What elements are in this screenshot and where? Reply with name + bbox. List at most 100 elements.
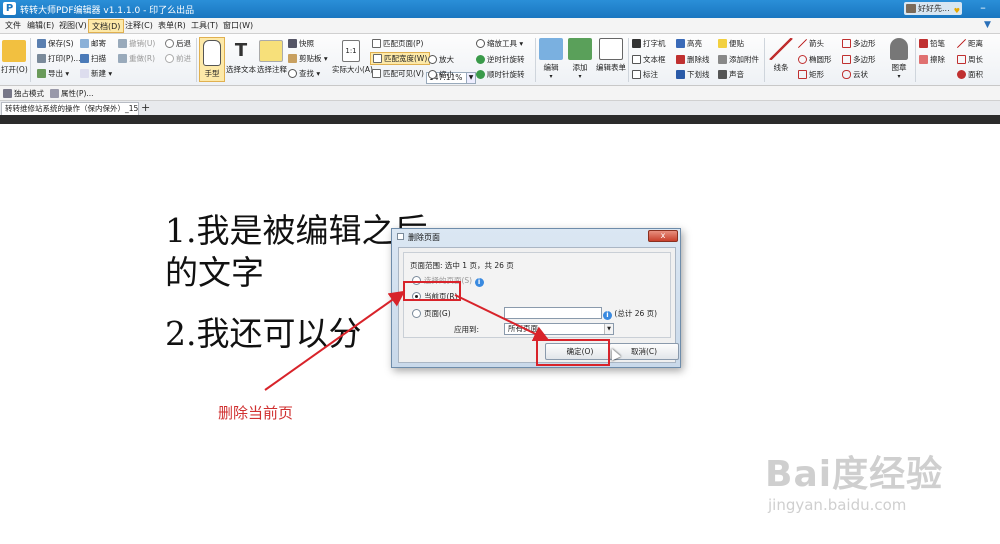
save-button[interactable]: 保存(S)	[37, 38, 74, 49]
redo-button[interactable]: 重做(R)	[118, 53, 155, 64]
area-button[interactable]: 面积	[957, 69, 983, 80]
polyline-icon	[842, 55, 851, 64]
fit-visible-button[interactable]: 匹配可见(V)	[372, 68, 424, 79]
clipboard-label: 剪贴板	[299, 54, 322, 63]
search-icon	[288, 69, 297, 78]
add-button[interactable]: 添加 ▾	[567, 38, 593, 80]
rotate-ccw-button[interactable]: 逆时针旋转	[476, 54, 525, 65]
hand-tool-button[interactable]: 手型	[199, 37, 225, 82]
zoom-tool-button[interactable]: 缩放工具 ▾	[476, 38, 523, 49]
viewer-top-border	[0, 115, 1000, 124]
option-pages[interactable]: 页面(G)	[412, 308, 451, 319]
menu-view[interactable]: 视图(V)	[56, 19, 90, 33]
menu-form[interactable]: 表单(R)	[155, 19, 189, 33]
cancel-button[interactable]: 取消(C)	[609, 343, 679, 360]
print-icon	[37, 54, 46, 63]
hand-icon	[203, 40, 221, 66]
highlight-current-page-option	[403, 281, 461, 301]
zoom-out-button[interactable]: 缩小	[428, 69, 454, 80]
collapse-ribbon-icon[interactable]: ▼	[984, 20, 991, 30]
strikeout-button[interactable]: 删除线	[676, 54, 710, 65]
radio-pages[interactable]	[412, 309, 421, 318]
properties-label: 属性(P)...	[61, 89, 94, 98]
new-icon	[80, 69, 89, 78]
polygon-button[interactable]: 多边形	[842, 38, 876, 49]
rotate-cw-label: 顺时针旋转	[487, 70, 525, 79]
sound-label: 声音	[729, 70, 744, 79]
fit-width-label: 匹配宽度(W)	[384, 54, 428, 63]
typewriter-button[interactable]: 打字机	[632, 38, 666, 49]
rectangle-button[interactable]: 矩形	[798, 69, 824, 80]
back-button[interactable]: 后退	[165, 38, 191, 49]
ellipse-button[interactable]: 椭圆形	[798, 54, 832, 65]
clipboard-button[interactable]: 剪贴板 ▾	[288, 53, 328, 64]
new-button[interactable]: 新建 ▾	[80, 68, 112, 79]
redo-label: 重做(R)	[129, 54, 156, 63]
attach-button[interactable]: 添加附件	[718, 54, 759, 65]
menu-document[interactable]: 文档(D)	[88, 19, 125, 33]
apply-to-select[interactable]: 所有页面 ▼	[504, 323, 614, 335]
menu-comment[interactable]: 注释(C)	[122, 19, 156, 33]
info-icon: i	[603, 311, 612, 320]
properties-button[interactable]: 属性(P)...	[50, 88, 94, 99]
actual-size-button[interactable]: 1:1 实际大小(A)	[332, 40, 373, 75]
find-button[interactable]: 查找 ▾	[288, 68, 320, 79]
print-button[interactable]: 打印(P)...	[37, 53, 81, 64]
snapshot-button[interactable]: 快照	[288, 38, 314, 49]
menu-window[interactable]: 窗口(W)	[220, 19, 256, 33]
arrow-button[interactable]: 箭头	[798, 38, 824, 49]
edit-button[interactable]: 编辑 ▾	[538, 38, 564, 80]
cloud-button[interactable]: 云状	[842, 69, 868, 80]
callout-label: 标注	[643, 70, 658, 79]
textbox-button[interactable]: 文本框	[632, 54, 666, 65]
highlight-button[interactable]: 高亮	[676, 38, 702, 49]
pencil-button[interactable]: 铅笔	[919, 38, 945, 49]
forward-button[interactable]: 前进	[165, 53, 191, 64]
line-button[interactable]: 线条	[768, 38, 794, 73]
callout-button[interactable]: 标注	[632, 69, 658, 80]
menu-edit[interactable]: 编辑(E)	[24, 19, 57, 33]
pencil-icon	[919, 39, 928, 48]
underline-button[interactable]: 下划线	[676, 69, 710, 80]
minimize-button[interactable]: –	[968, 1, 998, 17]
app-logo-icon: P	[3, 2, 16, 15]
perimeter-button[interactable]: 周长	[957, 54, 983, 65]
sound-button[interactable]: 声音	[718, 69, 744, 80]
close-button[interactable]: x	[648, 230, 678, 242]
zoom-in-button[interactable]: 放大	[428, 54, 454, 65]
new-tab-button[interactable]: +	[141, 101, 150, 114]
undo-icon	[118, 39, 127, 48]
page-range-input[interactable]	[504, 307, 602, 319]
scan-button[interactable]: 扫描	[80, 53, 106, 64]
eraser-button[interactable]: 擦除	[919, 54, 945, 65]
stamp-button[interactable]: 图章 ▾	[885, 38, 913, 80]
rectangle-label: 矩形	[809, 70, 824, 79]
page-range-summary: 页面范围: 选中 1 页，共 26 页	[410, 261, 514, 270]
export-button[interactable]: 导出 ▾	[37, 68, 69, 79]
exclusive-mode-button[interactable]: 独占模式	[3, 88, 44, 99]
polyline-button[interactable]: 多边形	[842, 54, 876, 65]
edit-form-button[interactable]: 编辑表单	[596, 38, 626, 73]
select-annotation-button[interactable]: 选择注释	[257, 40, 287, 75]
mail-button[interactable]: 邮寄	[80, 38, 106, 49]
distance-button[interactable]: 距离	[957, 38, 983, 49]
zoom-dropdown-icon[interactable]: ▼	[466, 72, 476, 84]
note-icon	[718, 39, 727, 48]
fit-page-button[interactable]: 匹配页面(P)	[372, 38, 423, 49]
fit-width-button[interactable]: 匹配宽度(W)	[370, 52, 431, 65]
distance-label: 距离	[968, 39, 983, 48]
undo-button[interactable]: 撤销(U)	[118, 38, 155, 49]
note-button[interactable]: 便贴	[718, 38, 744, 49]
typewriter-label: 打字机	[643, 39, 666, 48]
menu-bar: 文件 编辑(E) 视图(V) 文档(D) 注释(C) 表单(R) 工具(T) 窗…	[0, 18, 1000, 34]
open-button[interactable]: 打开(O)	[1, 40, 28, 75]
tab-document[interactable]: 转转维修站系统的操作（保内保外）_152	[1, 102, 139, 115]
camera-icon	[288, 39, 297, 48]
document-tab-bar: 转转维修站系统的操作（保内保外）_152 +	[0, 101, 1000, 115]
user-account[interactable]: 好好先... ♥	[904, 2, 962, 15]
rotate-cw-button[interactable]: 顺时针旋转	[476, 69, 525, 80]
doc-text-line-1: 1.我是被编辑之后	[165, 211, 428, 250]
menu-file[interactable]: 文件	[2, 19, 24, 33]
menu-tools[interactable]: 工具(T)	[188, 19, 221, 33]
select-text-button[interactable]: T 选择文本	[226, 40, 256, 75]
